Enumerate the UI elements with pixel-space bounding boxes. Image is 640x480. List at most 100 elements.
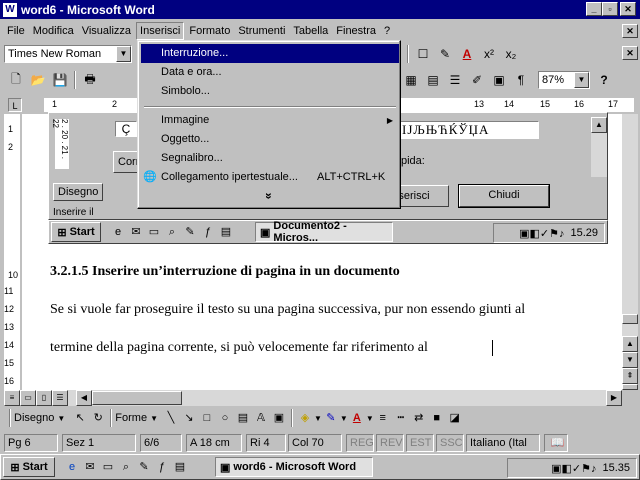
arrow-style-icon[interactable]: ⇄ — [412, 411, 426, 425]
maximize-button[interactable]: ▫ — [602, 2, 618, 16]
menu-formato[interactable]: Formato — [186, 23, 233, 39]
borders-icon[interactable]: ☐ — [413, 44, 433, 64]
notepad-icon[interactable]: ✎ — [137, 460, 151, 474]
fill-color-icon[interactable]: ◈ — [298, 411, 312, 425]
zoom-select[interactable]: 87% ▼ — [538, 71, 590, 89]
subscript-icon[interactable]: x₂ — [501, 44, 521, 64]
outlook-icon[interactable]: ✉ — [83, 460, 97, 474]
chevron-down-icon[interactable]: ▼ — [57, 414, 65, 423]
line-style-icon[interactable]: ≡ — [376, 411, 390, 425]
chevron-down-icon[interactable]: ▼ — [116, 46, 131, 62]
open-folder-icon[interactable]: 📂 — [28, 70, 48, 90]
vertical-scrollbar[interactable]: ▲ ▼ ⇞ — [622, 114, 638, 390]
clipart-icon[interactable]: ▣ — [272, 411, 286, 425]
textbox-icon[interactable]: ▤ — [236, 411, 250, 425]
close-button[interactable]: ✕ — [620, 2, 636, 16]
autoshapes-menu-button[interactable]: Forme — [115, 412, 147, 424]
menu-visualizza[interactable]: Visualizza — [79, 23, 134, 39]
print-icon[interactable]: 🖶 — [80, 70, 100, 90]
table-icon[interactable]: ▦ — [401, 70, 421, 90]
ie-icon[interactable]: e — [111, 225, 125, 239]
highlight-icon[interactable]: ✎ — [435, 44, 455, 64]
tab-stop-icon[interactable]: L — [8, 98, 22, 112]
drawing-icon[interactable]: ✐ — [467, 70, 487, 90]
draw-font-color-icon[interactable]: A — [350, 411, 364, 425]
symbol-grid[interactable]: ІЈЉЊЋЌЎЏА — [399, 121, 539, 139]
select-arrow-icon[interactable]: ↖ — [73, 411, 87, 425]
symbol-cell[interactable]: Ç — [115, 121, 137, 137]
columns-icon[interactable]: ☰ — [445, 70, 465, 90]
menu-modifica[interactable]: Modifica — [30, 23, 77, 39]
help-icon[interactable]: ? — [594, 70, 614, 90]
excel-sheet-icon[interactable]: ▤ — [423, 70, 443, 90]
desktop-icon[interactable]: ▭ — [101, 460, 115, 474]
folder-icon[interactable]: ▤ — [173, 460, 187, 474]
browse-object-icon[interactable] — [622, 384, 638, 390]
word-app-icon[interactable]: W — [3, 2, 17, 17]
chevron-down-icon[interactable]: ▼ — [340, 414, 348, 423]
font-color-icon[interactable]: A — [457, 44, 477, 64]
line-icon[interactable]: ╲ — [164, 411, 178, 425]
dash-style-icon[interactable]: ┅ — [394, 411, 408, 425]
minimize-button[interactable]: _ — [586, 2, 602, 16]
scroll-up-icon[interactable]: ▲ — [622, 336, 638, 352]
folder-icon[interactable]: ▤ — [219, 225, 233, 239]
embedded-scrollbar[interactable]: ▲ — [591, 117, 607, 177]
outline-view-icon[interactable]: ☰ — [52, 390, 68, 406]
superscript-icon[interactable]: x² — [479, 44, 499, 64]
menu-finestra[interactable]: Finestra — [333, 23, 379, 39]
rotate-icon[interactable]: ↻ — [91, 411, 105, 425]
status-ext[interactable]: EST — [406, 434, 434, 452]
chevron-down-icon[interactable]: ▼ — [150, 414, 158, 423]
scroll-up-icon[interactable]: ▲ — [591, 117, 607, 133]
normal-view-icon[interactable]: ≡ — [4, 390, 20, 406]
rectangle-icon[interactable]: □ — [200, 411, 214, 425]
status-language[interactable]: Italiano (Ital — [466, 434, 540, 452]
page-view-icon[interactable]: ▯ — [36, 390, 52, 406]
status-rec[interactable]: REG — [346, 434, 374, 452]
outlook-icon[interactable]: ✉ — [129, 225, 143, 239]
3d-icon[interactable]: ◪ — [448, 411, 462, 425]
hscroll-thumb[interactable] — [92, 391, 182, 405]
draw-menu-button[interactable]: Disegno — [14, 412, 54, 424]
show-formatting-icon[interactable]: ¶ — [511, 70, 531, 90]
wordart-icon[interactable]: 𝔸 — [254, 411, 268, 425]
tool-icon[interactable]: ƒ — [155, 460, 169, 474]
task-button-word6[interactable]: ▣ word6 - Microsoft Word — [215, 457, 373, 477]
document-map-icon[interactable]: ▣ — [489, 70, 509, 90]
toolbar-close-button[interactable]: ✕ — [622, 46, 638, 60]
embedded-start-button[interactable]: ⊞ Start — [51, 222, 101, 242]
shadow-icon[interactable]: ■ — [430, 411, 444, 425]
arrow-icon[interactable]: ↘ — [182, 411, 196, 425]
web-view-icon[interactable]: ▭ — [20, 390, 36, 406]
doc-close-button[interactable]: ✕ — [622, 24, 638, 38]
menu-expand-icon[interactable]: » — [262, 65, 276, 327]
embedded-draw-menu[interactable]: Disegno — [53, 183, 103, 201]
save-icon[interactable]: 💾 — [50, 70, 70, 90]
spellcheck-book-icon[interactable]: 📖 — [544, 434, 568, 452]
horizontal-scrollbar[interactable]: ≡ ▭ ▯ ☰ ◀ ▶ — [4, 390, 622, 406]
chevron-down-icon[interactable]: ▼ — [366, 414, 374, 423]
scroll-thumb[interactable] — [622, 314, 638, 324]
menu-inserisci[interactable]: Inserisci — [136, 22, 185, 40]
notepad-icon[interactable]: ✎ — [183, 225, 197, 239]
scroll-left-icon[interactable]: ◀ — [76, 390, 92, 406]
start-button[interactable]: ⊞ Start — [3, 457, 55, 477]
scroll-down-icon[interactable]: ▼ — [622, 352, 638, 368]
font-name-select[interactable]: Times New Roman ▼ — [4, 45, 132, 63]
chevron-down-icon[interactable]: ▼ — [314, 414, 322, 423]
tool-icon[interactable]: ƒ — [201, 225, 215, 239]
status-ovr[interactable]: SSC — [436, 434, 464, 452]
menu-item-interruzione[interactable]: Interruzione... — [141, 44, 399, 63]
prev-page-icon[interactable]: ⇞ — [622, 368, 638, 384]
scroll-right-icon[interactable]: ▶ — [606, 390, 622, 406]
close-dialog-button[interactable]: Chiudi — [458, 184, 550, 208]
line-color-icon[interactable]: ✎ — [324, 411, 338, 425]
desktop-icon[interactable]: ▭ — [147, 225, 161, 239]
status-rev[interactable]: REV — [376, 434, 404, 452]
menu-help[interactable]: ? — [381, 23, 393, 39]
menu-strumenti[interactable]: Strumenti — [235, 23, 288, 39]
ie-icon[interactable]: e — [65, 460, 79, 474]
find-icon[interactable]: ⌕ — [119, 460, 133, 474]
new-document-icon[interactable]: 🗋 — [6, 70, 26, 90]
